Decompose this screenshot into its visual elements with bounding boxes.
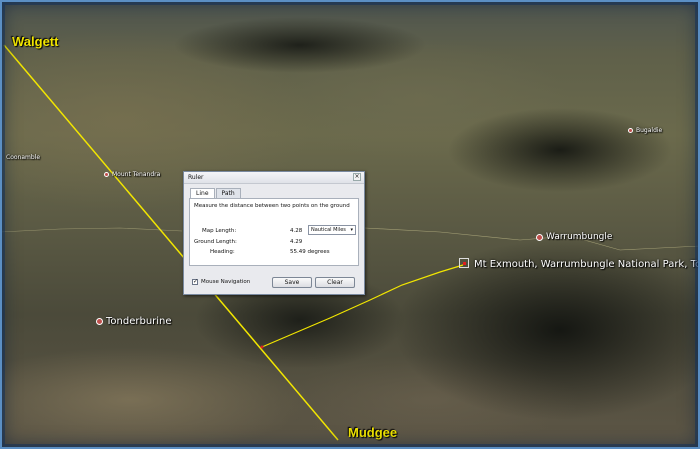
crosshair-icon bbox=[463, 262, 466, 265]
measure-start-point[interactable] bbox=[260, 345, 264, 349]
place-pin-icon bbox=[628, 128, 633, 133]
map-length-label: Map Length: bbox=[202, 228, 237, 234]
walgett-label: Walgett bbox=[12, 34, 59, 49]
place-label: Coonamble bbox=[6, 154, 41, 161]
place-warrumbungle[interactable]: Warrumbungle bbox=[536, 232, 612, 242]
units-selected: Nautical Miles bbox=[311, 227, 346, 233]
heading-label: Heading: bbox=[210, 249, 235, 255]
ruler-description: Measure the distance between two points … bbox=[194, 203, 350, 209]
measure-end-marker[interactable] bbox=[459, 258, 469, 268]
place-bugaldie[interactable]: Bugaldie bbox=[628, 127, 662, 134]
place-label: Mount Tenandra bbox=[112, 171, 161, 178]
ruler-title: Ruler bbox=[188, 174, 204, 181]
clear-button[interactable]: Clear bbox=[315, 277, 355, 288]
place-label: Mt Exmouth, Warrumbungle National Park, … bbox=[474, 259, 700, 270]
save-button[interactable]: Save bbox=[272, 277, 312, 288]
place-label: Tonderburine bbox=[106, 316, 172, 327]
mudgee-label: Mudgee bbox=[348, 425, 398, 440]
place-tonderburine[interactable]: Tonderburine bbox=[96, 316, 172, 327]
close-icon[interactable]: × bbox=[353, 173, 361, 181]
ruler-titlebar[interactable]: Ruler × bbox=[184, 172, 364, 184]
road-line-west bbox=[0, 227, 183, 233]
tab-path[interactable]: Path bbox=[215, 188, 241, 198]
place-label: Bugaldie bbox=[636, 127, 663, 134]
place-pin-icon bbox=[104, 172, 109, 177]
road-line bbox=[364, 227, 700, 251]
place-coonamble[interactable]: Coonamble bbox=[6, 154, 40, 161]
mouse-navigation-checkbox[interactable]: ✓ bbox=[192, 279, 198, 285]
tab-line[interactable]: Line bbox=[190, 188, 215, 198]
ruler-tabs: Line Path bbox=[190, 188, 242, 198]
units-select[interactable]: Nautical Miles ▾ bbox=[308, 225, 356, 235]
ground-length-value: 4.29 bbox=[290, 239, 303, 245]
heading-value: 55.49 degrees bbox=[290, 249, 330, 255]
chevron-down-icon: ▾ bbox=[350, 227, 353, 233]
place-mount-tenandra[interactable]: Mount Tenandra bbox=[104, 171, 160, 178]
ruler-panel: Measure the distance between two points … bbox=[189, 198, 359, 266]
place-mt-exmouth[interactable]: Mt Exmouth, Warrumbungle National Park, … bbox=[474, 259, 700, 270]
ground-length-label: Ground Length: bbox=[194, 239, 237, 245]
place-label: Warrumbungle bbox=[546, 232, 613, 242]
map-length-value: 4.28 bbox=[290, 228, 303, 234]
ruler-dialog: Ruler × Line Path Measure the distance b… bbox=[183, 171, 365, 295]
place-pin-icon bbox=[536, 233, 543, 241]
place-pin-icon bbox=[96, 318, 103, 325]
mouse-navigation-label: Mouse Navigation bbox=[201, 279, 251, 285]
